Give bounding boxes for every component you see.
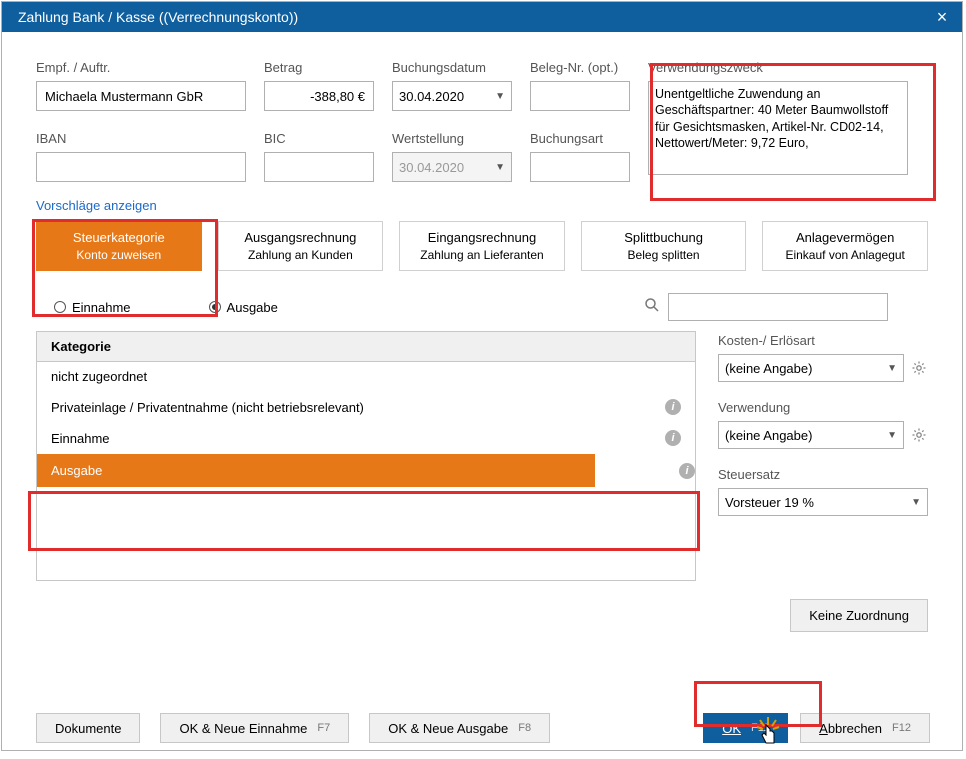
ok-neue-einnahme-button[interactable]: OK & Neue EinnahmeF7 [160, 713, 349, 743]
buchungsdatum-select[interactable]: 30.04.2020▼ [392, 81, 512, 111]
iban-input[interactable] [36, 152, 246, 182]
radio-ausgabe[interactable]: Ausgabe [209, 300, 278, 315]
pill-splittbuchung[interactable]: SplittbuchungBeleg splitten [581, 221, 747, 271]
empf-input[interactable] [36, 81, 246, 111]
title-bar: Zahlung Bank / Kasse ((Verrechnungskonto… [2, 2, 962, 32]
info-icon[interactable]: i [665, 430, 681, 446]
pill-steuerkategorie[interactable]: SteuerkategorieKonto zuweisen [36, 221, 202, 271]
category-table: Kategorie nicht zugeordnet Privateinlage… [36, 331, 696, 581]
beleg-input[interactable] [530, 81, 630, 111]
wertstellung-label: Wertstellung [392, 131, 512, 146]
steuersatz-label: Steuersatz [718, 467, 928, 482]
betrag-input[interactable] [264, 81, 374, 111]
empf-label: Empf. / Auftr. [36, 60, 246, 75]
search-icon[interactable] [644, 297, 660, 317]
kostenart-select[interactable]: (keine Angabe)▼ [718, 354, 904, 382]
cat-row-ausgabe[interactable]: Ausgabe i [37, 454, 695, 488]
gear-icon[interactable] [910, 426, 928, 444]
window-title: Zahlung Bank / Kasse ((Verrechnungskonto… [18, 9, 298, 25]
dokumente-button[interactable]: Dokumente [36, 713, 140, 743]
verwendung-select[interactable]: (keine Angabe)▼ [718, 421, 904, 449]
zweck-label: Verwendungszweck [648, 60, 908, 75]
bic-label: BIC [264, 131, 374, 146]
bic-input[interactable] [264, 152, 374, 182]
cat-row-einnahme[interactable]: Einnahmei [37, 423, 695, 454]
cat-row-privateinlage[interactable]: Privateinlage / Privatentnahme (nicht be… [37, 392, 695, 423]
search-input[interactable] [668, 293, 888, 321]
gear-icon[interactable] [910, 359, 928, 377]
chevron-down-icon: ▼ [495, 162, 505, 173]
zweck-textarea[interactable] [648, 81, 908, 175]
kostenart-label: Kosten-/ Erlösart [718, 333, 928, 348]
betrag-label: Betrag [264, 60, 374, 75]
chevron-down-icon: ▼ [911, 497, 921, 508]
beleg-label: Beleg-Nr. (opt.) [530, 60, 630, 75]
category-header: Kategorie [37, 332, 695, 362]
wertstellung-select: 30.04.2020▼ [392, 152, 512, 182]
cat-row-nicht-zugeordnet[interactable]: nicht zugeordnet [37, 362, 695, 392]
info-icon[interactable]: i [679, 463, 695, 479]
chevron-down-icon: ▼ [887, 363, 897, 374]
close-icon[interactable]: × [922, 2, 962, 32]
buchungsart-input[interactable] [530, 152, 630, 182]
pill-anlagevermoegen[interactable]: AnlagevermögenEinkauf von Anlagegut [762, 221, 928, 271]
iban-label: IBAN [36, 131, 246, 146]
keine-zuordnung-button[interactable]: Keine Zuordnung [790, 599, 928, 632]
vorschlaege-link[interactable]: Vorschläge anzeigen [36, 198, 928, 213]
buchungsdatum-label: Buchungsdatum [392, 60, 512, 75]
chevron-down-icon: ▼ [887, 430, 897, 441]
ok-button[interactable]: OKF11 [703, 713, 788, 743]
steuersatz-select[interactable]: Vorsteuer 19 %▼ [718, 488, 928, 516]
info-icon[interactable]: i [665, 399, 681, 415]
pill-ausgangsrechnung[interactable]: AusgangsrechnungZahlung an Kunden [218, 221, 384, 271]
pill-eingangsrechnung[interactable]: EingangsrechnungZahlung an Lieferanten [399, 221, 565, 271]
abbrechen-button[interactable]: AbbrechenF12 [800, 713, 930, 743]
ok-neue-ausgabe-button[interactable]: OK & Neue AusgabeF8 [369, 713, 550, 743]
buchungsart-label: Buchungsart [530, 131, 630, 146]
verwendung-label: Verwendung [718, 400, 928, 415]
radio-einnahme[interactable]: Einnahme [54, 300, 131, 315]
chevron-down-icon: ▼ [495, 91, 505, 102]
